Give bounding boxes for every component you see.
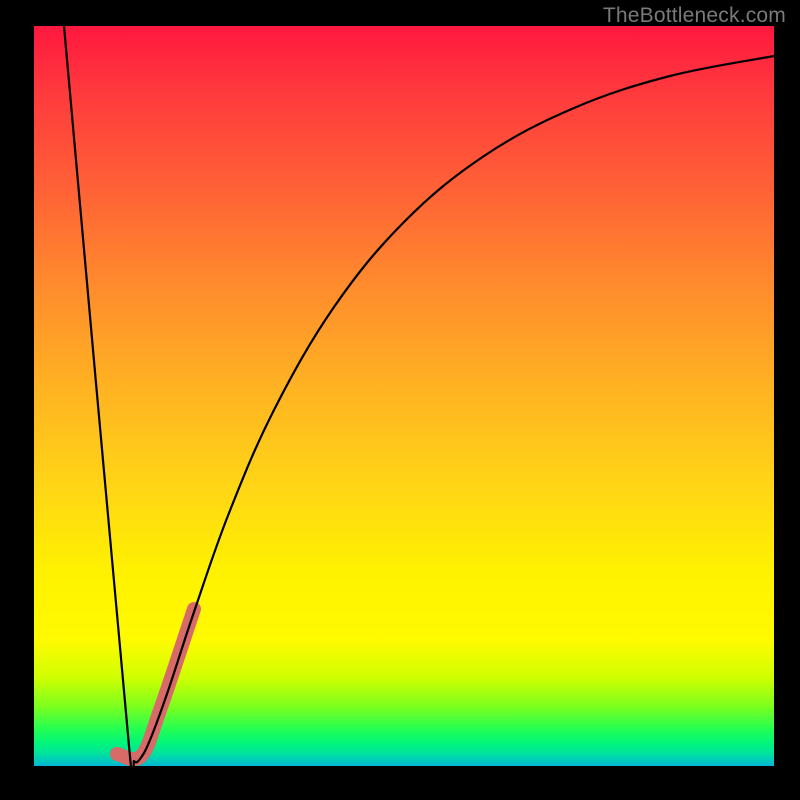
bottleneck-curve bbox=[64, 26, 774, 800]
chart-svg bbox=[34, 26, 774, 766]
watermark-text: TheBottleneck.com bbox=[603, 4, 786, 28]
plot-area bbox=[34, 26, 774, 766]
chart-frame: TheBottleneck.com bbox=[0, 0, 800, 800]
